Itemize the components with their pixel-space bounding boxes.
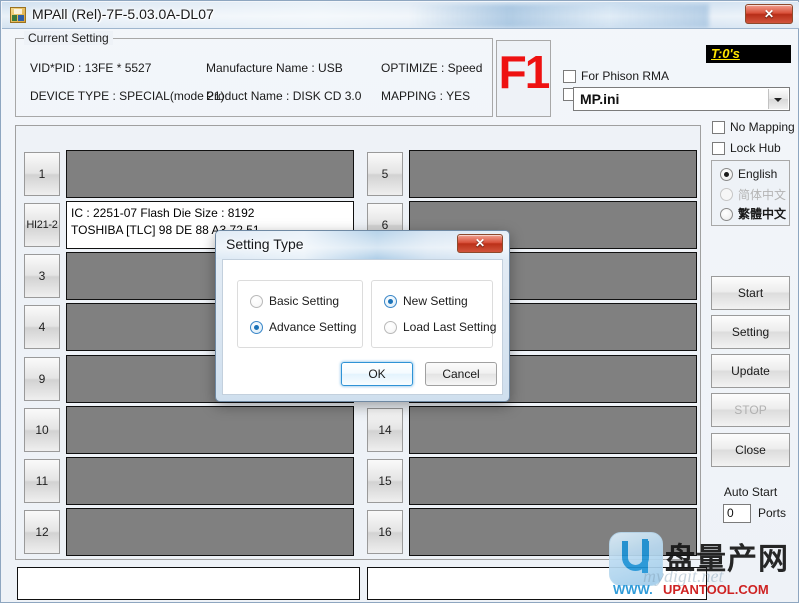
manufacture-name-label: Manufacture Name : USB bbox=[206, 61, 343, 75]
language-radio-simplified-chinese[interactable] bbox=[720, 188, 733, 201]
new-setting-label: New Setting bbox=[403, 294, 468, 308]
dialog-source-group: New Setting Load Last Setting bbox=[371, 280, 497, 348]
language-label-simplified-chinese: 简体中文 bbox=[738, 188, 787, 202]
port-number[interactable]: 9 bbox=[24, 357, 60, 401]
port-number[interactable]: 5 bbox=[367, 152, 403, 196]
watermark-www-text: WWW. bbox=[613, 582, 653, 597]
port-status[interactable] bbox=[409, 406, 697, 454]
advance-setting-radio[interactable] bbox=[250, 321, 263, 334]
basic-setting-label: Basic Setting bbox=[269, 294, 340, 308]
window-frame: MPAll (Rel)-7F-5.03.0A-DL07 ✕ Current Se… bbox=[0, 0, 799, 603]
language-group: English 简体中文 繁體中文 bbox=[711, 160, 790, 226]
dialog-cancel-button[interactable]: Cancel bbox=[425, 362, 497, 386]
no-mapping-label: No Mapping bbox=[730, 120, 795, 134]
port-info-line1: IC : 2251-07 Flash Die Size : 8192 bbox=[71, 206, 255, 220]
port-status[interactable] bbox=[66, 150, 354, 198]
product-name-label: Product Name : DISK CD 3.0 bbox=[206, 89, 362, 103]
update-button[interactable]: Update bbox=[711, 354, 790, 388]
port-number[interactable]: 12 bbox=[24, 510, 60, 554]
port-status[interactable] bbox=[66, 406, 354, 454]
advance-setting-label: Advance Setting bbox=[269, 320, 357, 334]
f1-badge-box: F1 bbox=[496, 40, 551, 117]
port-row[interactable]: 15 bbox=[367, 457, 697, 505]
f1-badge-text: F1 bbox=[498, 46, 551, 98]
port-status[interactable] bbox=[409, 150, 697, 198]
port-status[interactable] bbox=[66, 457, 354, 505]
language-label-english: English bbox=[738, 167, 778, 181]
port-number[interactable]: 14 bbox=[367, 408, 403, 452]
site-watermark: mydigit.net 盘量产网 WWW. UPANTOOL.COM bbox=[605, 530, 795, 597]
auto-start-units: Ports bbox=[758, 506, 787, 520]
language-radio-traditional-chinese[interactable] bbox=[720, 208, 733, 221]
optimize-label: OPTIMIZE : Speed bbox=[381, 61, 483, 75]
port-status[interactable] bbox=[66, 508, 354, 556]
basic-setting-radio[interactable] bbox=[250, 295, 263, 308]
dialog-close-button[interactable]: ✕ bbox=[457, 234, 503, 253]
title-bar-decoration bbox=[409, 4, 709, 28]
dialog-title-bar: Setting Type ✕ bbox=[216, 231, 509, 259]
port-number[interactable]: 15 bbox=[367, 459, 403, 503]
window-title: MPAll (Rel)-7F-5.03.0A-DL07 bbox=[32, 6, 214, 22]
load-last-setting-label: Load Last Setting bbox=[403, 320, 497, 334]
auto-start-input[interactable]: 0 bbox=[723, 504, 751, 523]
dialog-ok-button[interactable]: OK bbox=[341, 362, 413, 386]
port-number[interactable]: 3 bbox=[24, 254, 60, 298]
ini-file-combo[interactable]: MP.ini bbox=[573, 87, 790, 111]
lock-hub-label: Lock Hub bbox=[730, 141, 781, 155]
current-setting-legend: Current Setting bbox=[24, 31, 113, 45]
auto-start-label: Auto Start bbox=[723, 485, 778, 499]
port-number[interactable]: 11 bbox=[24, 459, 60, 503]
start-button[interactable]: Start bbox=[711, 276, 790, 310]
vid-pid-label: VID*PID : 13FE * 5527 bbox=[30, 61, 152, 75]
port-number[interactable]: 4 bbox=[24, 305, 60, 349]
watermark-chinese-text: 盘量产网 bbox=[665, 542, 789, 577]
chevron-down-icon[interactable] bbox=[768, 89, 788, 109]
port-row[interactable]: 14 bbox=[367, 406, 697, 454]
stop-button: STOP bbox=[711, 393, 790, 427]
ini-file-value: MP.ini bbox=[580, 91, 620, 107]
app-icon bbox=[10, 7, 26, 23]
status-box-left bbox=[17, 567, 360, 600]
port-row[interactable]: 11 bbox=[24, 457, 354, 505]
language-label-traditional-chinese: 繁體中文 bbox=[738, 207, 787, 221]
current-setting-group: Current Setting VID*PID : 13FE * 5527 Ma… bbox=[15, 31, 493, 117]
close-button[interactable]: Close bbox=[711, 433, 790, 467]
window-close-button[interactable]: ✕ bbox=[745, 4, 793, 24]
port-number[interactable]: 1 bbox=[24, 152, 60, 196]
title-bar: MPAll (Rel)-7F-5.03.0A-DL07 ✕ bbox=[2, 2, 799, 29]
language-radio-english[interactable] bbox=[720, 168, 733, 181]
dialog-body: Basic Setting Advance Setting New Settin… bbox=[222, 259, 503, 395]
mapping-label: MAPPING : YES bbox=[381, 89, 471, 103]
port-number[interactable]: 10 bbox=[24, 408, 60, 452]
watermark-domain-text: UPANTOOL.COM bbox=[663, 582, 769, 597]
no-mapping-checkbox[interactable] bbox=[712, 121, 725, 134]
for-phison-rma-checkbox[interactable] bbox=[563, 70, 576, 83]
lock-hub-checkbox[interactable] bbox=[712, 142, 725, 155]
port-number[interactable]: HI21-2 bbox=[24, 203, 60, 247]
setting-type-dialog: Setting Type ✕ Basic Setting Advance Set… bbox=[215, 230, 510, 402]
application-window: MPAll (Rel)-7F-5.03.0A-DL07 ✕ Current Se… bbox=[0, 0, 799, 603]
port-status[interactable] bbox=[409, 457, 697, 505]
port-number[interactable]: 16 bbox=[367, 510, 403, 554]
port-row[interactable]: 5 bbox=[367, 150, 697, 198]
port-row[interactable]: 1 bbox=[24, 150, 354, 198]
setting-button[interactable]: Setting bbox=[711, 315, 790, 349]
dialog-mode-group: Basic Setting Advance Setting bbox=[237, 280, 363, 348]
load-last-setting-radio[interactable] bbox=[384, 321, 397, 334]
device-type-label: DEVICE TYPE : SPECIAL(mode 21) bbox=[30, 89, 225, 103]
new-setting-radio[interactable] bbox=[384, 295, 397, 308]
for-phison-rma-label: For Phison RMA bbox=[581, 69, 670, 83]
counter-badge: T:0's bbox=[706, 45, 791, 63]
dialog-title: Setting Type bbox=[226, 236, 304, 252]
port-row[interactable]: 10 bbox=[24, 406, 354, 454]
port-row[interactable]: 12 bbox=[24, 508, 354, 556]
